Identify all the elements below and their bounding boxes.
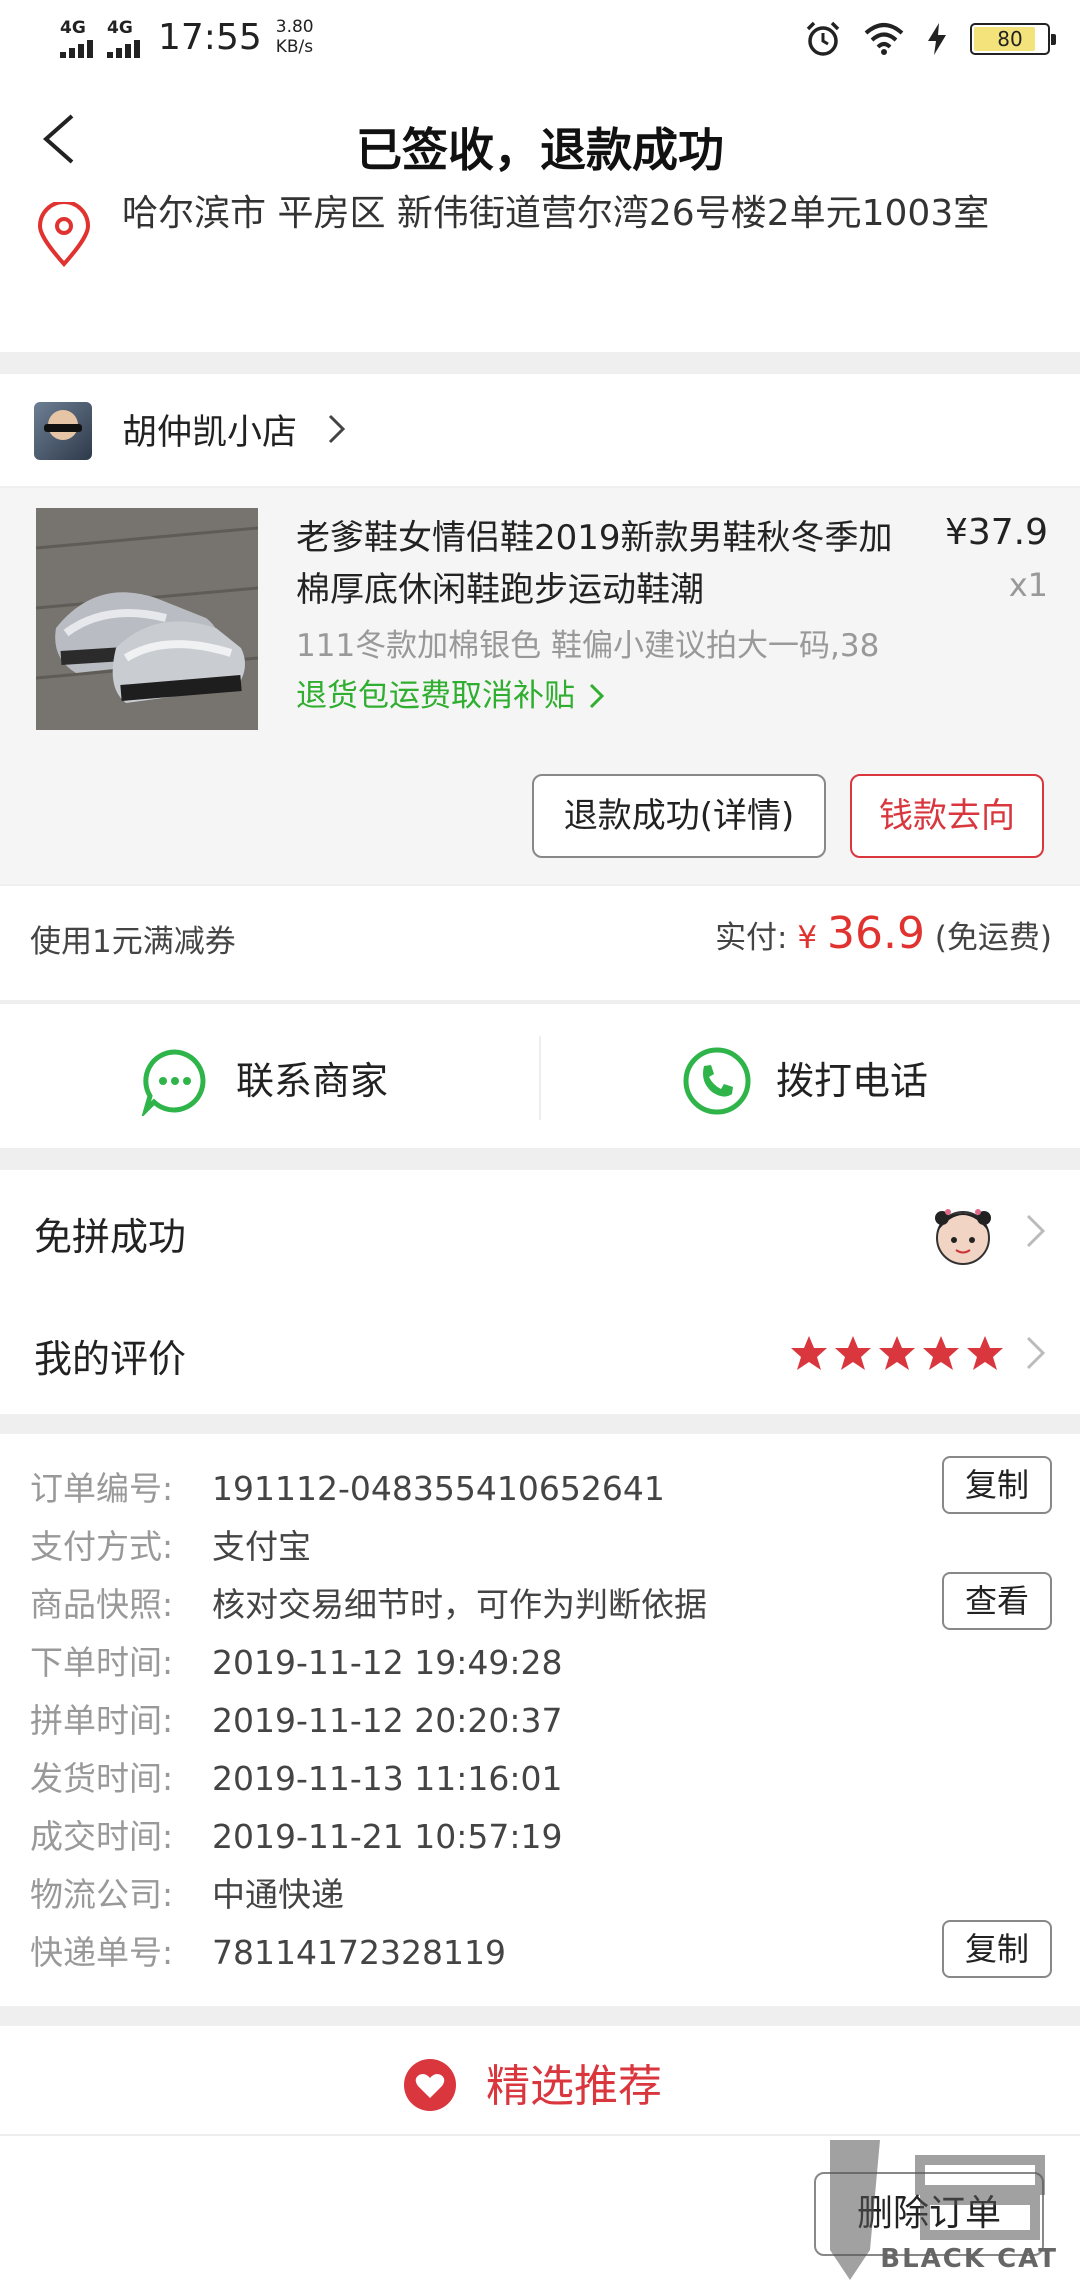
group-member-avatar xyxy=(926,1192,1000,1272)
promo-text: 退货包运费取消补贴 xyxy=(296,678,575,714)
wifi-icon xyxy=(864,23,904,55)
order-number-row: 订单编号: 191112-048355410652641 xyxy=(30,1462,665,1510)
promo-link[interactable]: 退货包运费取消补贴 xyxy=(296,670,605,715)
order-info-section: 订单编号: 191112-048355410652641 复制 支付方式: 支付宝 … xyxy=(0,1434,1080,2006)
ship-time-row: 发货时间: 2019-11-13 11:16:01 xyxy=(30,1752,562,1800)
chevron-right-icon xyxy=(589,683,604,709)
star-icon xyxy=(791,1336,827,1370)
shop-name: 胡仲凯小店 xyxy=(122,413,298,453)
payment-summary: 使用1元满减券 实付: ¥ 36.9 (免运费) xyxy=(0,886,1080,1000)
speed-unit: KB/s xyxy=(275,37,314,57)
payment-method-row: 支付方式: 支付宝 xyxy=(30,1520,311,1568)
paid-currency: ¥ xyxy=(797,920,818,956)
info-key: 快递单号: xyxy=(30,1933,174,1972)
charging-icon xyxy=(928,23,946,55)
my-review-row[interactable]: 我的评价 xyxy=(0,1292,1080,1414)
phone-icon xyxy=(683,1047,751,1115)
status-bar: 4G 4G 17:55 3.80 KB/s 80 xyxy=(0,0,1080,80)
chevron-right-icon xyxy=(1026,1214,1046,1248)
info-key: 成交时间: xyxy=(30,1817,174,1856)
chevron-right-icon xyxy=(1026,1336,1046,1370)
money-flow-button[interactable]: 钱款去向 xyxy=(850,774,1044,858)
address-text: 哈尔滨市 平房区 新伟街道营尔湾26号楼2单元1003室 xyxy=(122,193,990,234)
info-key: 拼单时间: xyxy=(30,1701,174,1740)
courier-row: 物流公司: 中通快递 xyxy=(30,1868,344,1916)
info-key: 发货时间: xyxy=(30,1759,174,1798)
recommend-header: 精选推荐 xyxy=(0,2026,1080,2134)
heart-icon xyxy=(404,2059,456,2111)
ship-time: 2019-11-13 11:16:01 xyxy=(212,1759,563,1798)
location-pin-icon xyxy=(37,202,91,268)
group-success-label: 免拼成功 xyxy=(34,1215,187,1259)
star-icon xyxy=(835,1336,871,1370)
copy-tracking-number-button[interactable]: 复制 xyxy=(942,1920,1052,1978)
paid-amount: 实付: ¥ 36.9 (免运费) xyxy=(715,908,1052,959)
star-icon xyxy=(967,1336,1003,1370)
contact-merchant-button[interactable]: 联系商家 xyxy=(0,1004,540,1150)
product-sku: 111冬款加棉银色 鞋偏小建议拍大一码,38 xyxy=(296,628,880,664)
order-number: 191112-048355410652641 xyxy=(212,1469,665,1508)
speed-value: 3.80 xyxy=(275,17,314,37)
info-key: 订单编号: xyxy=(30,1469,174,1508)
copy-order-number-button[interactable]: 复制 xyxy=(942,1456,1052,1514)
my-review-label: 我的评价 xyxy=(34,1337,187,1381)
star-icon xyxy=(923,1336,959,1370)
star-icon xyxy=(879,1336,915,1370)
order-time: 2019-11-12 19:49:28 xyxy=(212,1643,563,1682)
group-time-row: 拼单时间: 2019-11-12 20:20:37 xyxy=(30,1694,562,1742)
network-type-label: 4G xyxy=(107,18,133,38)
watermark-text: BLACK CAT xyxy=(880,2244,1058,2274)
snapshot-note: 核对交易细节时，可作为判断依据 xyxy=(212,1585,707,1624)
group-time: 2019-11-12 20:20:37 xyxy=(212,1701,563,1740)
info-key: 物流公司: xyxy=(30,1875,174,1914)
coupon-text: 使用1元满减券 xyxy=(30,924,236,960)
courier-name: 中通快递 xyxy=(212,1875,344,1914)
shipping-note: (免运费) xyxy=(934,920,1052,956)
page-title: 已签收，退款成功 xyxy=(356,123,724,177)
recommend-label: 精选推荐 xyxy=(486,2061,662,2112)
alarm-icon xyxy=(806,21,840,56)
contact-bar: 联系商家 拨打电话 xyxy=(0,1002,1080,1148)
call-phone-label: 拨打电话 xyxy=(776,1059,929,1103)
address-section[interactable]: 哈尔滨市 平房区 新伟街道营尔湾26号楼2单元1003室 xyxy=(0,192,1080,352)
signal-icon: 4G xyxy=(107,16,140,58)
order-status-section: 免拼成功 我的评价 xyxy=(0,1170,1080,1414)
group-success-row[interactable]: 免拼成功 xyxy=(0,1170,1080,1292)
deal-time: 2019-11-21 10:57:19 xyxy=(212,1817,563,1856)
order-time-row: 下单时间: 2019-11-12 19:49:28 xyxy=(30,1636,562,1684)
product-price: ¥37.9 xyxy=(944,512,1048,553)
tracking-number: 78114172328119 xyxy=(212,1933,506,1972)
info-key: 支付方式: xyxy=(30,1527,174,1566)
product-image[interactable] xyxy=(36,508,258,730)
shop-row[interactable]: 胡仲凯小店 xyxy=(0,374,1080,486)
call-phone-button[interactable]: 拨打电话 xyxy=(540,1004,1080,1150)
view-snapshot-button[interactable]: 查看 xyxy=(942,1572,1052,1630)
chevron-right-icon xyxy=(328,414,346,444)
product-item[interactable]: 老爹鞋女情侣鞋2019新款男鞋秋冬季加棉厚底休闲鞋跑步运动鞋潮 ¥37.9 x1… xyxy=(0,488,1080,884)
paid-value: 36.9 xyxy=(826,908,925,959)
payment-method: 支付宝 xyxy=(212,1527,311,1566)
clock: 17:55 xyxy=(158,16,262,58)
tracking-number-row: 快递单号: 78114172328119 xyxy=(30,1926,506,1974)
rating-stars xyxy=(790,1334,1004,1372)
paid-label: 实付: xyxy=(715,920,788,956)
info-key: 下单时间: xyxy=(30,1643,174,1682)
battery-indicator: 80 xyxy=(970,23,1056,55)
snapshot-row: 商品快照: 核对交易细节时，可作为判断依据 xyxy=(30,1578,707,1626)
product-title: 老爹鞋女情侣鞋2019新款男鞋秋冬季加棉厚底休闲鞋跑步运动鞋潮 xyxy=(296,518,893,610)
network-type-label: 4G xyxy=(60,18,86,38)
product-quantity: x1 xyxy=(1008,566,1048,604)
info-key: 商品快照: xyxy=(30,1585,174,1624)
shop-avatar xyxy=(34,402,92,460)
navigation-bar: 已签收，退款成功 xyxy=(0,80,1080,192)
contact-merchant-label: 联系商家 xyxy=(236,1059,389,1103)
network-speed: 3.80 KB/s xyxy=(276,17,314,57)
battery-level: 80 xyxy=(997,27,1023,51)
signal-icon: 4G xyxy=(60,16,93,58)
chat-bubble-icon xyxy=(141,1049,206,1116)
deal-time-row: 成交时间: 2019-11-21 10:57:19 xyxy=(30,1810,562,1858)
refund-detail-button[interactable]: 退款成功(详情) xyxy=(532,774,826,858)
